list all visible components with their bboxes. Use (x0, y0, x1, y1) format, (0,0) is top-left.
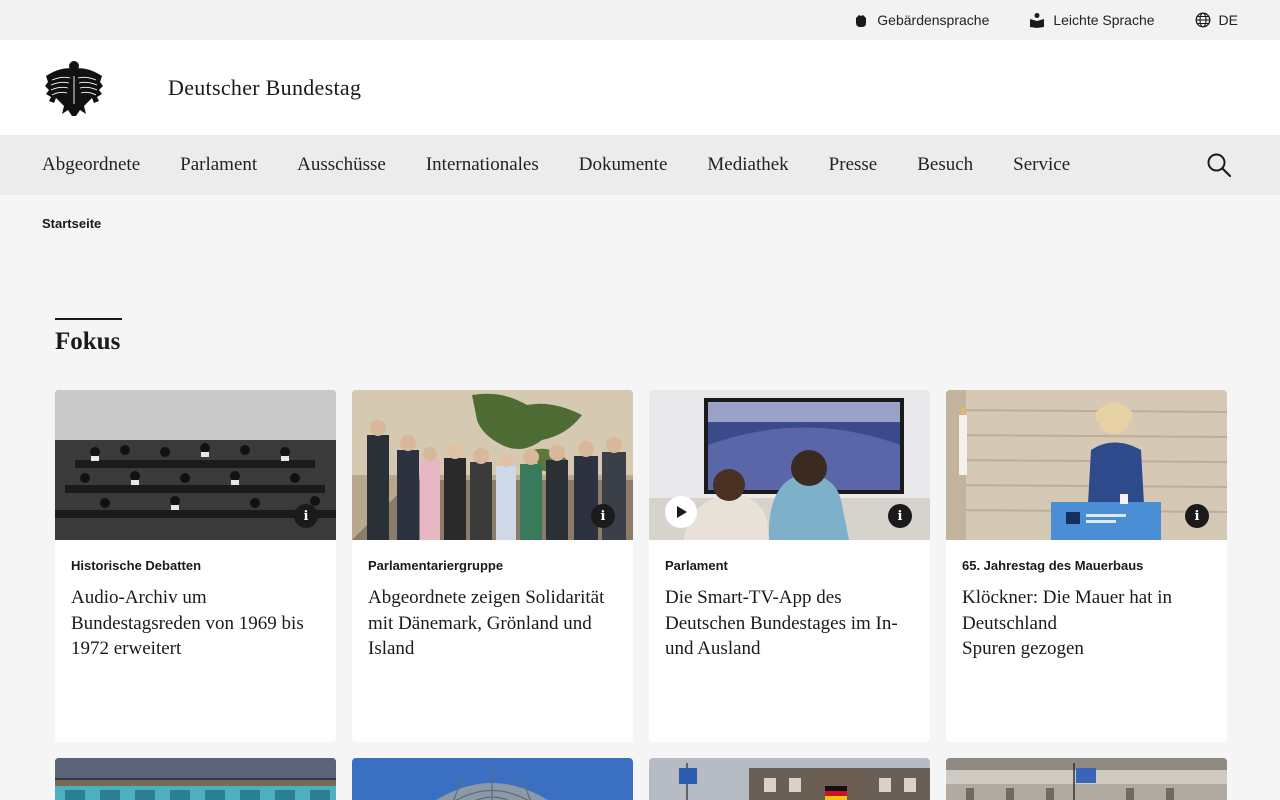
breadcrumb-home[interactable]: Startseite (42, 216, 101, 231)
main-navigation: Abgeordnete Parlament Ausschüsse Interna… (0, 135, 1280, 195)
focus-cards-row-2 (55, 758, 1227, 800)
sign-language-link[interactable]: Gebärdensprache (853, 12, 989, 28)
card-category: 65. Jahrestag des Mauerbaus (962, 558, 1144, 573)
focus-card[interactable]: i 65. Jahrestag des Mauerbaus Klöckner: … (946, 390, 1227, 742)
focus-card[interactable]: i Historische Debatten Audio-Archiv um B… (55, 390, 336, 742)
card-category: Parlamentariergruppe (368, 558, 504, 573)
section-title: Fokus (55, 328, 121, 355)
reichstag-dome-photo (352, 758, 633, 800)
card-image: i (946, 390, 1227, 540)
sign-language-label: Gebärdensprache (877, 12, 990, 28)
play-triangle-icon (677, 506, 687, 518)
nav-item-service[interactable]: Service (1013, 154, 1070, 176)
easy-language-label: Leichte Sprache (1053, 12, 1155, 28)
info-icon[interactable]: i (1185, 504, 1209, 528)
card-image: i (55, 390, 336, 540)
nav-item-parlament[interactable]: Parlament (180, 154, 257, 176)
info-icon[interactable]: i (294, 504, 318, 528)
card-category: Parlament (665, 558, 728, 573)
nav-item-presse[interactable]: Presse (829, 154, 878, 176)
hand-icon (856, 15, 867, 27)
federal-eagle-logo[interactable] (42, 60, 106, 116)
focus-cards: i Historische Debatten Audio-Archiv um B… (55, 390, 1227, 742)
illuminated-building-photo (55, 758, 336, 800)
language-switch[interactable]: DE (1195, 12, 1238, 28)
card-title[interactable]: Audio-Archiv um Bundestagsreden von 1969… (71, 585, 320, 662)
globe-icon (1195, 12, 1210, 28)
site-header: Deutscher Bundestag (0, 40, 1280, 135)
nav-item-ausschuesse[interactable]: Ausschüsse (297, 154, 386, 176)
info-icon[interactable]: i (591, 504, 615, 528)
focus-card[interactable] (55, 758, 336, 800)
language-label: DE (1218, 12, 1238, 28)
info-icon[interactable]: i (888, 504, 912, 528)
card-title[interactable]: Abgeordnete zeigen Solidarität mit Dänem… (368, 585, 617, 662)
card-title[interactable]: Klöckner: Die Mauer hat in Deutschland S… (962, 585, 1211, 662)
focus-card[interactable]: i Parlament Die Smart-TV-App des Deutsch… (649, 390, 930, 742)
nav-item-abgeordnete[interactable]: Abgeordnete (42, 154, 140, 176)
focus-card[interactable] (946, 758, 1227, 800)
focus-card[interactable] (649, 758, 930, 800)
card-image: i (649, 390, 930, 540)
reichstag-facade-photo (946, 758, 1227, 800)
nav-item-internationales[interactable]: Internationales (426, 154, 539, 176)
nav-item-mediathek[interactable]: Mediathek (707, 154, 788, 176)
flags-building-photo (649, 758, 930, 800)
card-title[interactable]: Die Smart-TV-App des Deutschen Bundestag… (665, 585, 914, 662)
nav-item-besuch[interactable]: Besuch (917, 154, 973, 176)
search-icon[interactable] (1206, 152, 1232, 178)
easy-language-icon (1030, 13, 1045, 28)
card-category: Historische Debatten (71, 558, 202, 573)
focus-card[interactable]: i Parlamentariergruppe Abgeordnete zeige… (352, 390, 633, 742)
focus-card[interactable] (352, 758, 633, 800)
play-icon[interactable] (665, 496, 697, 528)
site-title[interactable]: Deutscher Bundestag (168, 75, 361, 101)
nav-item-dokumente[interactable]: Dokumente (579, 154, 668, 176)
section-rule (55, 318, 122, 320)
card-image: i (352, 390, 633, 540)
easy-language-link[interactable]: Leichte Sprache (1029, 12, 1155, 28)
utility-bar: Gebärdensprache Leichte Sprache DE (0, 0, 1280, 40)
